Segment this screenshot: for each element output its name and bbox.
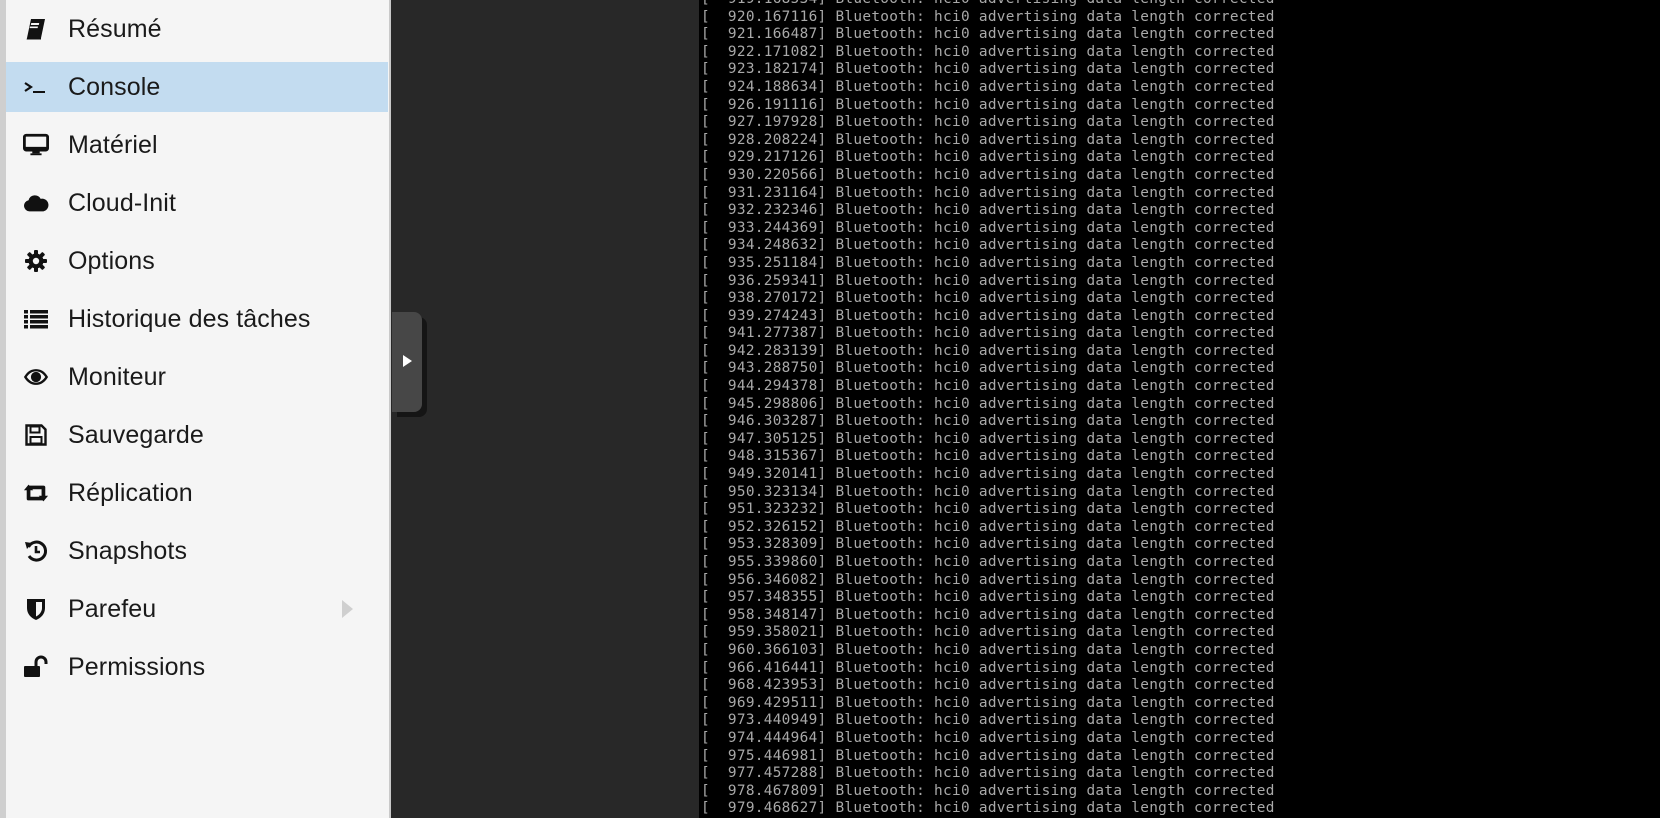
console-line: [ 942.283139] Bluetooth: hci0 advertisin… — [701, 342, 1275, 359]
console-line: [ 931.231164] Bluetooth: hci0 advertisin… — [701, 184, 1275, 201]
sidebar-item-permissions[interactable]: Permissions — [6, 642, 389, 692]
console-line: [ 957.348355] Bluetooth: hci0 advertisin… — [701, 589, 1275, 606]
console-line: [ 938.270172] Bluetooth: hci0 advertisin… — [701, 290, 1275, 307]
sidebar-item-snapshots[interactable]: Snapshots — [6, 526, 389, 576]
console-line: [ 955.339860] Bluetooth: hci0 advertisin… — [701, 554, 1275, 570]
console-line: [ 933.244369] Bluetooth: hci0 advertisin… — [701, 219, 1275, 236]
console-line: [ 948.315367] Bluetooth: hci0 advertisin… — [701, 448, 1275, 465]
cloud-icon — [23, 190, 49, 216]
console-line: [ 926.191116] Bluetooth: hci0 advertisin… — [701, 96, 1275, 113]
vm-sidebar-nav: Résumé Console Matériel Cloud-Init Optio… — [6, 0, 391, 818]
console-line: [ 975.446981] Bluetooth: hci0 advertisin… — [701, 747, 1275, 764]
console-line: [ 974.444964] Bluetooth: hci0 advertisin… — [701, 729, 1275, 746]
unlock-icon — [23, 654, 49, 680]
console-line: [ 939.274243] Bluetooth: hci0 advertisin… — [701, 307, 1275, 324]
console-line: [ 943.288750] Bluetooth: hci0 advertisin… — [701, 360, 1275, 377]
sidebar-item-cloud-init[interactable]: Cloud-Init — [6, 178, 389, 228]
console-line: [ 919.168534] Bluetooth: hci0 advertisin… — [701, 0, 1275, 9]
console-line: [ 928.208224] Bluetooth: hci0 advertisin… — [701, 131, 1275, 148]
book-icon — [23, 16, 49, 42]
sidebar-item-label: Options — [68, 246, 155, 275]
sidebar-item-historique[interactable]: Historique des tâches — [6, 294, 389, 344]
console-line: [ 922.171082] Bluetooth: hci0 advertisin… — [701, 43, 1275, 60]
console-line: [ 952.326152] Bluetooth: hci0 advertisin… — [701, 518, 1275, 535]
sidebar-item-console[interactable]: Console — [6, 62, 388, 112]
sidebar-item-label: Moniteur — [68, 362, 167, 391]
console-line: [ 936.259341] Bluetooth: hci0 advertisin… — [701, 272, 1275, 289]
console-line: [ 949.320141] Bluetooth: hci0 advertisin… — [701, 466, 1275, 483]
play-icon — [403, 355, 412, 367]
console-line: [ 977.457288] Bluetooth: hci0 advertisin… — [701, 765, 1275, 782]
sidebar-item-materiel[interactable]: Matériel — [6, 120, 389, 170]
console-line: [ 959.358021] Bluetooth: hci0 advertisin… — [701, 624, 1275, 641]
console-gutter — [391, 0, 699, 818]
sidebar-item-label: Historique des tâches — [68, 304, 311, 333]
vm-console-screen[interactable]: [ 919.168534] Bluetooth: hci0 advertisin… — [699, 0, 1660, 818]
sidebar-item-label: Cloud-Init — [68, 188, 176, 217]
console-line: [ 968.423953] Bluetooth: hci0 advertisin… — [701, 677, 1275, 694]
console-line: [ 966.416441] Bluetooth: hci0 advertisin… — [701, 659, 1275, 676]
console-line: [ 923.182174] Bluetooth: hci0 advertisin… — [701, 61, 1275, 78]
console-line: [ 927.197928] Bluetooth: hci0 advertisin… — [701, 114, 1275, 131]
console-line: [ 921.166487] Bluetooth: hci0 advertisin… — [701, 26, 1275, 43]
sidebar-item-label: Résumé — [68, 14, 162, 43]
sidebar-toggle-handle[interactable] — [392, 312, 422, 412]
console-line: [ 929.217126] Bluetooth: hci0 advertisin… — [701, 149, 1275, 166]
console-line: [ 979.468627] Bluetooth: hci0 advertisin… — [701, 800, 1275, 817]
console-line: [ 932.232346] Bluetooth: hci0 advertisin… — [701, 202, 1275, 219]
gear-icon — [23, 248, 49, 274]
console-line: [ 969.429511] Bluetooth: hci0 advertisin… — [701, 694, 1275, 711]
sidebar-item-parefeu[interactable]: Parefeu — [6, 584, 389, 634]
sidebar-item-label: Parefeu — [68, 594, 157, 623]
history-icon — [23, 538, 49, 564]
floppy-icon — [23, 422, 49, 448]
list-icon — [23, 306, 49, 332]
sidebar-item-resume[interactable]: Résumé — [6, 4, 389, 54]
console-line: [ 920.167116] Bluetooth: hci0 advertisin… — [701, 8, 1275, 25]
sidebar-item-label: Permissions — [68, 652, 206, 681]
console-line: [ 930.220566] Bluetooth: hci0 advertisin… — [701, 166, 1275, 183]
console-line: [ 960.366103] Bluetooth: hci0 advertisin… — [701, 641, 1275, 658]
retweet-icon — [23, 480, 49, 506]
console-line: [ 950.323134] Bluetooth: hci0 advertisin… — [701, 483, 1275, 500]
console-line: [ 944.294378] Bluetooth: hci0 advertisin… — [701, 378, 1275, 395]
eye-icon — [23, 364, 49, 390]
sidebar-item-label: Sauvegarde — [68, 420, 204, 449]
sidebar-item-sauvegarde[interactable]: Sauvegarde — [6, 410, 389, 460]
console-line: [ 941.277387] Bluetooth: hci0 advertisin… — [701, 325, 1275, 342]
terminal-icon — [23, 74, 49, 100]
console-line: [ 958.348147] Bluetooth: hci0 advertisin… — [701, 606, 1275, 623]
submenu-arrow-icon[interactable] — [342, 600, 353, 618]
sidebar-item-moniteur[interactable]: Moniteur — [6, 352, 389, 402]
sidebar-item-label: Réplication — [68, 478, 193, 507]
shield-icon — [23, 596, 49, 622]
console-line: [ 945.298806] Bluetooth: hci0 advertisin… — [701, 395, 1275, 412]
console-line: [ 951.323232] Bluetooth: hci0 advertisin… — [701, 501, 1275, 518]
console-line: [ 946.303287] Bluetooth: hci0 advertisin… — [701, 413, 1275, 430]
console-output: [ 919.168534] Bluetooth: hci0 advertisin… — [701, 0, 1275, 818]
sidebar-item-options[interactable]: Options — [6, 236, 389, 286]
desktop-icon — [23, 132, 49, 158]
sidebar-item-label: Matériel — [68, 130, 158, 159]
console-line: [ 978.467809] Bluetooth: hci0 advertisin… — [701, 782, 1275, 799]
console-line: [ 956.346082] Bluetooth: hci0 advertisin… — [701, 571, 1275, 588]
sidebar-item-label: Snapshots — [68, 536, 188, 565]
console-line: [ 935.251184] Bluetooth: hci0 advertisin… — [701, 254, 1275, 271]
console-line: [ 953.328309] Bluetooth: hci0 advertisin… — [701, 536, 1275, 553]
sidebar-item-replication[interactable]: Réplication — [6, 468, 389, 518]
console-line: [ 947.305125] Bluetooth: hci0 advertisin… — [701, 430, 1275, 447]
console-line: [ 924.188634] Bluetooth: hci0 advertisin… — [701, 78, 1275, 95]
console-line: [ 973.440949] Bluetooth: hci0 advertisin… — [701, 712, 1275, 729]
sidebar-item-label: Console — [68, 72, 161, 101]
console-line: [ 934.248632] Bluetooth: hci0 advertisin… — [701, 237, 1275, 254]
